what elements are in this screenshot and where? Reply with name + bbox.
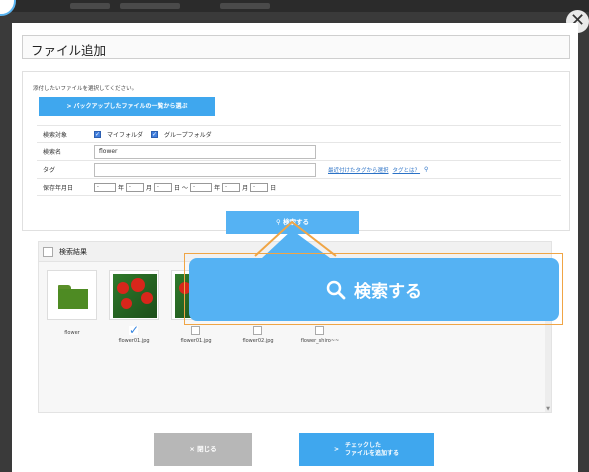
search-button-zoomed[interactable]: 検索する xyxy=(189,258,559,321)
search-icon xyxy=(326,280,346,299)
callout-pointer xyxy=(254,220,337,258)
callout-label: 検索する xyxy=(354,282,422,302)
